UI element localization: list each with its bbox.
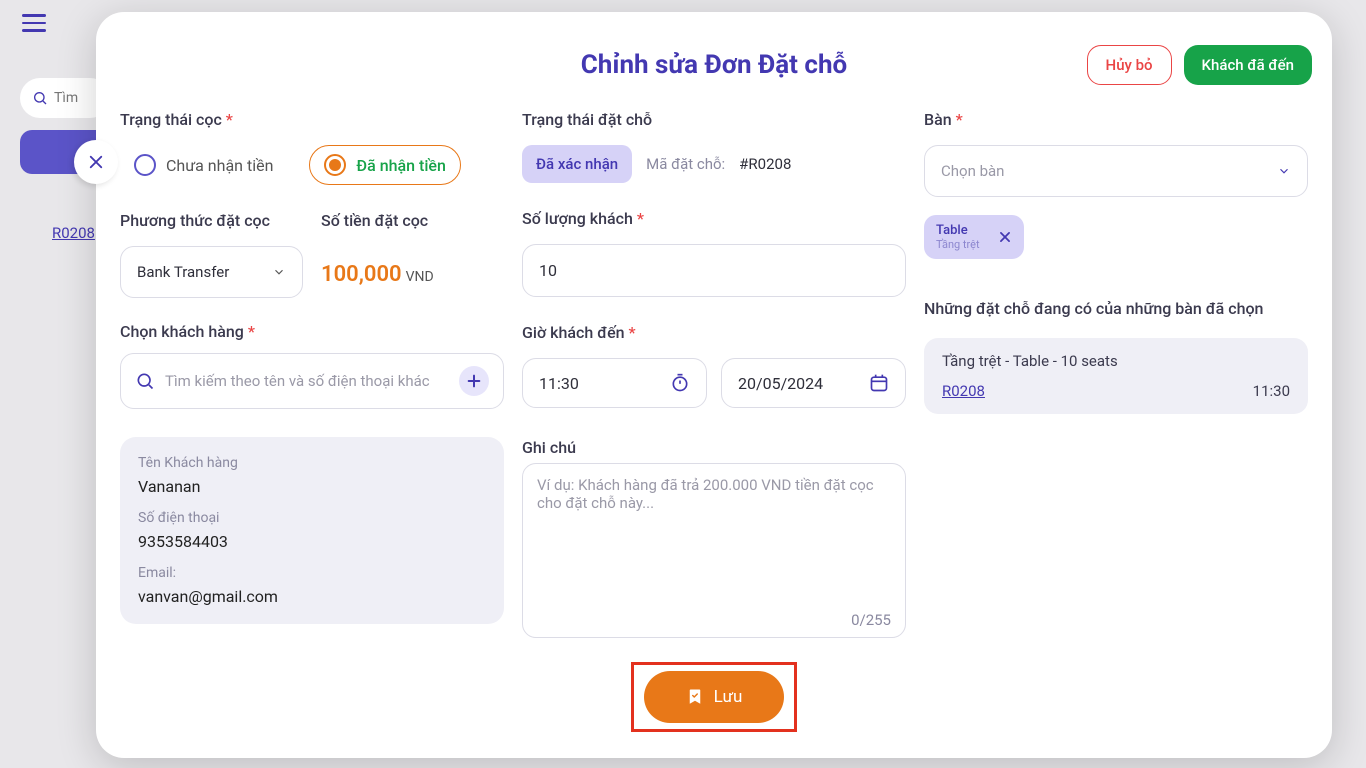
reservation-status-label: Trạng thái đặt chỗ (522, 110, 906, 129)
deposit-status-label: Trạng thái cọc (120, 110, 504, 129)
existing-reservation-link[interactable]: R0208 (942, 382, 985, 400)
customer-search-input[interactable] (165, 372, 449, 390)
customer-card: Tên Khách hàng Vananan Số điện thoại 935… (120, 437, 504, 624)
remove-table-chip-button[interactable] (998, 230, 1012, 244)
save-button-label: Lưu (714, 687, 743, 707)
bg-search-placeholder: Tìm (54, 90, 78, 106)
deposit-method-value: Bank Transfer (137, 263, 229, 281)
table-label: Bàn (924, 110, 1308, 129)
search-icon (135, 371, 155, 391)
existing-reservation-card: Tầng trệt - Table - 10 seats R0208 11:30 (924, 338, 1308, 414)
existing-reservations-label: Những đặt chỗ đang có của những bàn đã c… (924, 299, 1308, 318)
reservation-code-value: #R0208 (739, 155, 791, 173)
arrival-time-value: 11:30 (539, 374, 579, 393)
selected-table-chip: Table Tầng trệt (924, 215, 1024, 259)
timer-icon (670, 373, 690, 393)
guest-arrived-button[interactable]: Khách đã đến (1184, 45, 1312, 85)
customer-phone-value: 9353584403 (138, 532, 486, 551)
customer-search-field[interactable] (120, 353, 504, 409)
radio-unpaid-label: Chưa nhận tiền (166, 156, 273, 175)
guest-count-label: Số lượng khách (522, 209, 906, 228)
chevron-down-icon (1277, 164, 1291, 178)
save-button[interactable]: Lưu (644, 671, 785, 723)
deposit-amount-label: Số tiền đặt cọc (321, 211, 504, 230)
modal-title: Chỉnh sửa Đơn Đặt chỗ (581, 50, 847, 80)
deposit-amount-value: 100,000 VND (321, 246, 504, 287)
customer-name-label: Tên Khách hàng (138, 455, 486, 471)
reservation-code-label: Mã đặt chỗ: (646, 155, 725, 173)
radio-checked-icon (324, 154, 346, 176)
note-textarea[interactable] (537, 476, 891, 611)
save-button-highlight: Lưu (631, 662, 798, 732)
arrival-date-picker[interactable]: 20/05/2024 (721, 358, 906, 408)
deposit-method-label: Phương thức đặt cọc (120, 211, 303, 230)
edit-reservation-modal: Chỉnh sửa Đơn Đặt chỗ Hủy bỏ Khách đã đế… (96, 12, 1332, 758)
existing-table-header: Tầng trệt - Table - 10 seats (942, 352, 1290, 370)
status-badge-confirmed: Đã xác nhận (522, 145, 632, 183)
calendar-icon (869, 373, 889, 393)
radio-paid[interactable]: Đã nhận tiền (309, 145, 460, 185)
radio-paid-label: Đã nhận tiền (356, 156, 445, 175)
table-select[interactable]: Chọn bàn (924, 145, 1308, 197)
arrival-time-label: Giờ khách đến (522, 323, 906, 342)
bg-reservation-link[interactable]: R0208 (52, 224, 95, 242)
customer-email-label: Email: (138, 565, 486, 581)
cancel-button[interactable]: Hủy bỏ (1087, 45, 1172, 85)
arrival-time-picker[interactable]: 11:30 (522, 358, 707, 408)
deposit-method-select[interactable]: Bank Transfer (120, 246, 303, 298)
table-chip-floor: Tầng trệt (936, 238, 980, 251)
note-field[interactable]: 0/255 (522, 463, 906, 638)
table-chip-name: Table (936, 223, 980, 238)
customer-name-value: Vananan (138, 477, 486, 496)
table-select-placeholder: Chọn bàn (941, 162, 1004, 180)
existing-reservation-time: 11:30 (1253, 382, 1290, 400)
add-customer-button[interactable] (459, 366, 489, 396)
radio-unchecked-icon (134, 154, 156, 176)
customer-email-value: vanvan@gmail.com (138, 587, 486, 606)
arrival-date-value: 20/05/2024 (738, 374, 823, 393)
radio-unpaid[interactable]: Chưa nhận tiền (120, 146, 287, 184)
note-char-counter: 0/255 (537, 611, 891, 629)
customer-label: Chọn khách hàng (120, 322, 504, 341)
menu-icon[interactable] (22, 14, 46, 32)
plus-icon (466, 373, 482, 389)
bookmark-check-icon (686, 688, 704, 706)
customer-phone-label: Số điện thoại (138, 510, 486, 526)
close-icon (998, 230, 1012, 244)
chevron-down-icon (272, 265, 286, 279)
close-modal-button[interactable] (74, 140, 118, 184)
note-label: Ghi chú (522, 438, 906, 457)
guest-count-input[interactable] (522, 244, 906, 297)
